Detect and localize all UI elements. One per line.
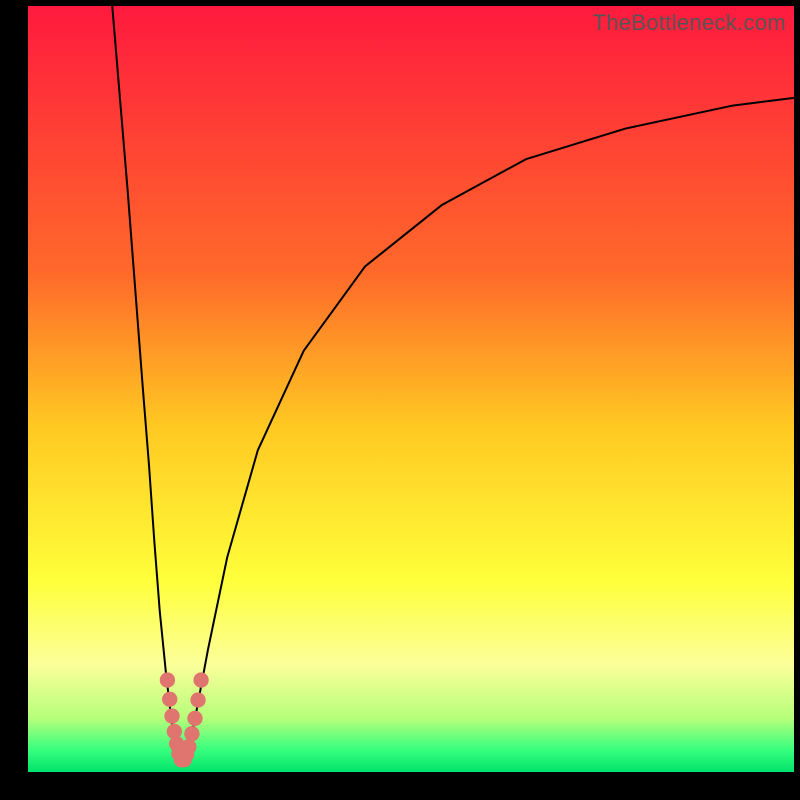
valley-marker xyxy=(193,672,208,687)
valley-marker xyxy=(162,692,177,707)
frame: TheBottleneck.com xyxy=(0,0,800,800)
plot-area: TheBottleneck.com xyxy=(28,6,794,772)
valley-marker xyxy=(164,708,179,723)
valley-marker xyxy=(187,711,202,726)
valley-marker xyxy=(190,692,205,707)
valley-marker xyxy=(181,739,196,754)
chart-svg xyxy=(28,6,794,772)
valley-marker xyxy=(160,672,175,687)
watermark-text: TheBottleneck.com xyxy=(593,10,786,36)
valley-marker xyxy=(184,726,199,741)
